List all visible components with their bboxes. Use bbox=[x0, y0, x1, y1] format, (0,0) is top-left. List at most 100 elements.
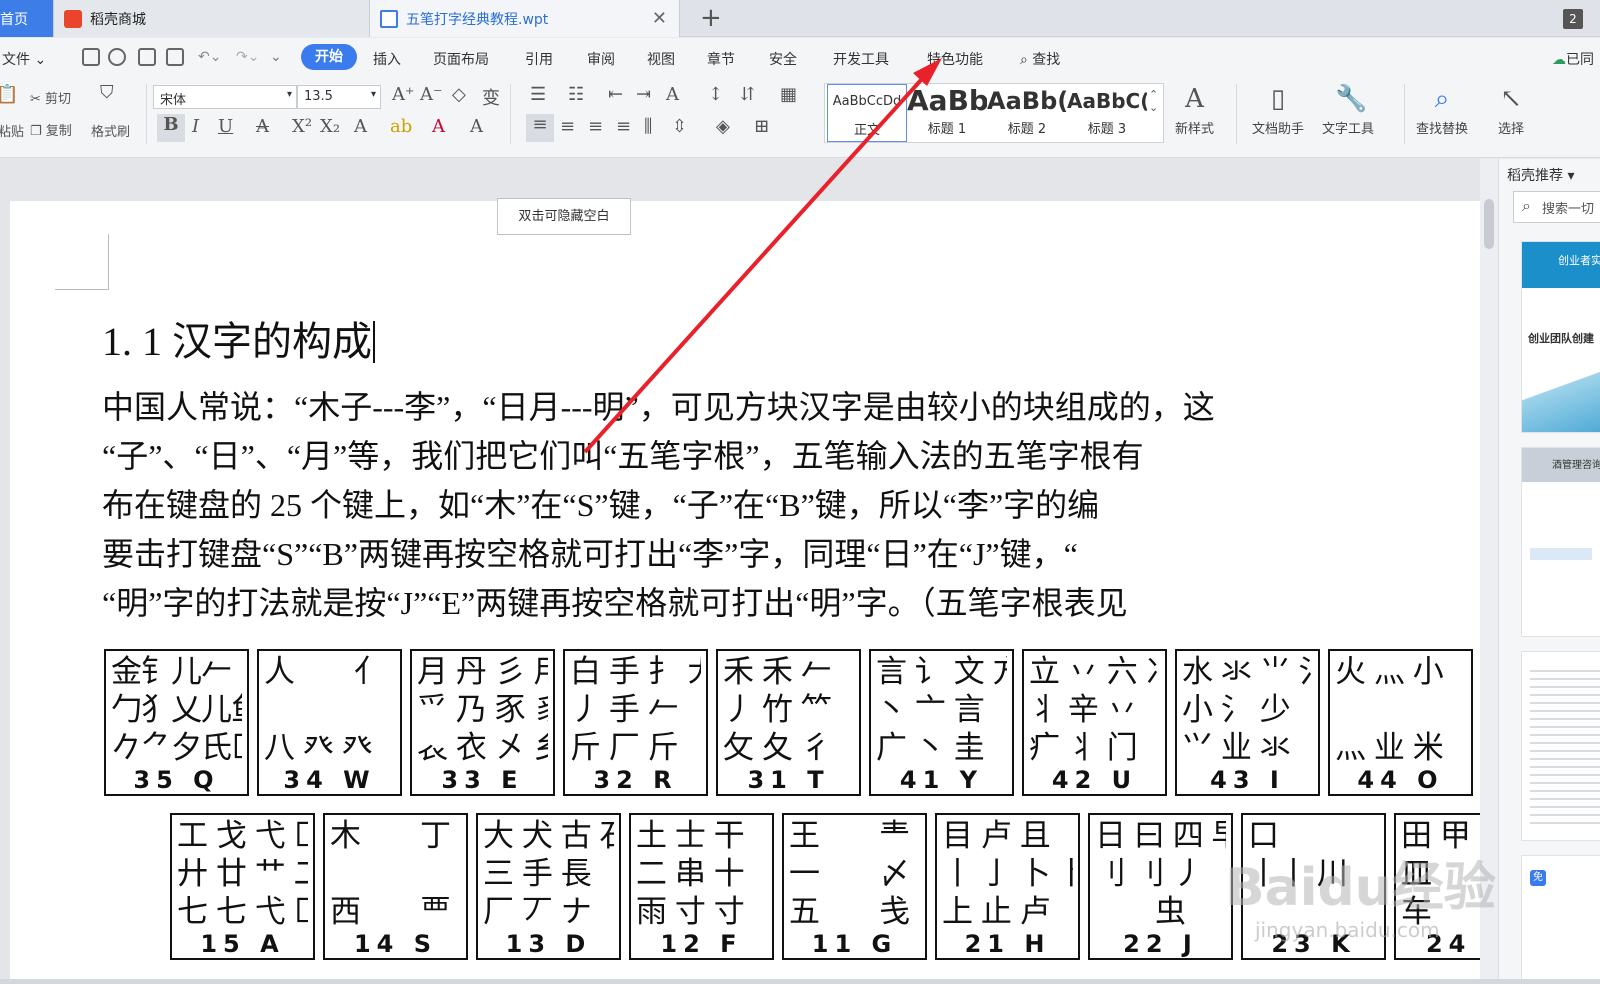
key-code-label: 44 O bbox=[1357, 766, 1444, 794]
align-center-icon[interactable]: ≡ bbox=[560, 116, 575, 137]
doc-assistant-icon: ▯ bbox=[1270, 84, 1286, 114]
text-direction-icon[interactable]: A bbox=[666, 84, 679, 105]
numbering-icon[interactable]: ☷ bbox=[568, 84, 584, 105]
save-icon[interactable] bbox=[82, 48, 100, 66]
key-code-label: 21 H bbox=[964, 930, 1051, 958]
shading-icon[interactable]: ◈ bbox=[716, 116, 730, 137]
template-card[interactable] bbox=[1521, 651, 1600, 841]
ribbon-separator bbox=[1404, 84, 1405, 144]
table-border-icon[interactable]: ⊞ bbox=[754, 116, 769, 137]
find-replace-button[interactable]: ⌕ 查找替换 bbox=[1416, 84, 1468, 137]
template-card[interactable]: 创业者实 创业团队创建 bbox=[1521, 241, 1600, 433]
template-card[interactable]: 酒管理咨询 bbox=[1521, 447, 1600, 637]
template-card[interactable]: 免 bbox=[1521, 855, 1600, 984]
justify-icon[interactable]: ≡ bbox=[616, 116, 631, 137]
sort-icon[interactable]: ↕ bbox=[708, 84, 723, 105]
increase-indent-icon[interactable]: ⇥ bbox=[636, 84, 651, 105]
panel-search-input[interactable]: ⌕ 搜索一切 bbox=[1513, 191, 1600, 223]
find-menu-label: 查找 bbox=[1032, 52, 1061, 68]
strikethrough-icon[interactable]: A bbox=[256, 116, 269, 137]
decrease-font-icon[interactable]: A⁻ bbox=[420, 84, 443, 105]
hide-whitespace-tooltip[interactable]: 双击可隐藏空白 bbox=[497, 198, 631, 235]
border-icon[interactable]: ▦ bbox=[780, 84, 797, 105]
tab-document[interactable]: 五笔打字经典教程.wpt ✕ bbox=[370, 0, 680, 37]
clear-format-icon[interactable]: ◇ bbox=[452, 84, 466, 105]
text-tools-button[interactable]: 🔧 文字工具 bbox=[1322, 84, 1374, 137]
menu-tab-section[interactable]: 章节 bbox=[707, 49, 735, 69]
find-menu[interactable]: ⌕ 查找 bbox=[1020, 49, 1060, 69]
decrease-indent-icon[interactable]: ⇤ bbox=[608, 84, 623, 105]
customize-toolbar-icon[interactable]: ⌄ bbox=[270, 49, 282, 65]
align-left-icon[interactable]: ≡ bbox=[526, 114, 554, 142]
distributed-icon[interactable]: ⫼ bbox=[644, 116, 652, 137]
style-gallery-more-icon[interactable]: ⌃ ⌄ bbox=[1149, 88, 1158, 114]
key-roots: 立 丷 六 冫 丬 辛 丷 疒 丬 门 bbox=[1029, 654, 1160, 766]
phonetic-guide-icon[interactable]: 变 bbox=[482, 84, 500, 110]
key-root-box: 月 丹 彡 用 爫 乃 豕 豸 𧘇 衣 㐅 乡33 E bbox=[410, 649, 555, 796]
select-button[interactable]: ↖ 选择 bbox=[1498, 84, 1524, 137]
italic-icon[interactable]: I bbox=[192, 116, 199, 137]
file-menu-label: 文件 bbox=[2, 52, 30, 68]
menu-tab-review[interactable]: 审阅 bbox=[587, 49, 615, 69]
cut-button[interactable]: ✂ 剪切 bbox=[30, 88, 71, 107]
chevron-down-icon: ▾ bbox=[370, 89, 376, 100]
menu-tab-page-layout[interactable]: 页面布局 bbox=[433, 49, 489, 69]
output-pdf-icon[interactable] bbox=[108, 48, 126, 66]
paste-label[interactable]: 粘贴 bbox=[0, 121, 24, 140]
style-heading-1[interactable]: AaBb 标题 1 bbox=[907, 84, 987, 142]
key-code-label: 11 G bbox=[811, 930, 898, 958]
menu-tab-start[interactable]: 开始 bbox=[301, 44, 357, 70]
tab-home[interactable]: 首页 bbox=[0, 0, 54, 37]
underline-icon[interactable]: U bbox=[218, 116, 233, 137]
new-style-button[interactable]: A 新样式 bbox=[1175, 84, 1214, 137]
menu-tab-insert[interactable]: 插入 bbox=[373, 49, 401, 69]
cut-label: 剪切 bbox=[45, 92, 72, 107]
card-graphic bbox=[1530, 548, 1592, 560]
text-effect-icon[interactable]: A bbox=[354, 116, 367, 137]
menu-tab-references[interactable]: 引用 bbox=[525, 49, 553, 69]
new-style-icon: A bbox=[1185, 84, 1204, 114]
highlight-icon[interactable]: ab bbox=[390, 116, 412, 137]
window-count-badge[interactable]: 2 bbox=[1563, 9, 1583, 29]
style-normal[interactable]: AaBbCcDd 正文 bbox=[827, 84, 907, 142]
menu-tab-security[interactable]: 安全 bbox=[769, 49, 797, 69]
body-paragraph[interactable]: 中国人常说：“木子---李”，“日月---明”，可见方块汉字是由较小的块组成的，… bbox=[102, 383, 1480, 628]
format-painter-icon[interactable]: ⛉ bbox=[100, 82, 114, 103]
section-heading[interactable]: 1. 1 汉字的构成 bbox=[102, 309, 375, 367]
panel-title[interactable]: 稻壳推荐 ▾ bbox=[1507, 165, 1574, 185]
doc-assistant-button[interactable]: ▯ 文档助手 bbox=[1252, 84, 1304, 137]
font-name-select[interactable]: 宋体 ▾ bbox=[153, 85, 297, 109]
menu-tab-developer[interactable]: 开发工具 bbox=[833, 49, 889, 69]
style-heading-2[interactable]: AaBb(标题 2 bbox=[987, 84, 1067, 142]
font-size-select[interactable]: 13.5 ▾ bbox=[297, 85, 381, 109]
font-color-icon[interactable]: A bbox=[432, 116, 445, 137]
cloud-sync-status[interactable]: ☁已同 bbox=[1552, 49, 1594, 69]
paragraph-spacing-icon[interactable]: ⇳ bbox=[672, 116, 687, 137]
close-tab-icon[interactable]: ✕ bbox=[652, 8, 667, 29]
line-spacing-icon[interactable]: ⇵ bbox=[740, 84, 755, 105]
menu-tab-review-label: 审阅 bbox=[587, 52, 615, 68]
char-shading-icon[interactable]: A bbox=[470, 116, 483, 137]
style-heading-3[interactable]: AaBbC(标题 3 bbox=[1067, 84, 1147, 142]
increase-font-icon[interactable]: A⁺ bbox=[392, 84, 415, 105]
paste-icon[interactable]: 📋 bbox=[0, 84, 18, 105]
scrollbar-thumb[interactable] bbox=[1484, 199, 1494, 249]
subscript-icon[interactable]: X₂ bbox=[320, 116, 340, 137]
bold-icon[interactable]: B bbox=[157, 114, 185, 142]
align-right-icon[interactable]: ≡ bbox=[588, 116, 603, 137]
font-size-value: 13.5 bbox=[304, 89, 333, 104]
bullets-icon[interactable]: ☰ bbox=[530, 84, 546, 105]
undo-icon[interactable]: ↶⌄ bbox=[198, 49, 221, 65]
format-painter-label[interactable]: 格式刷 bbox=[91, 121, 130, 140]
superscript-icon[interactable]: X² bbox=[292, 116, 312, 137]
print-icon[interactable] bbox=[138, 48, 156, 66]
print-preview-icon[interactable] bbox=[166, 48, 184, 66]
copy-button[interactable]: ❐ 复制 bbox=[30, 120, 72, 139]
key-root-row-1: 金钅儿𠂉 勹犭乂儿鱼 𠂊⺈夕氏匚35 Q人 亻 八 癶 癶34 W月 丹 彡 用… bbox=[104, 649, 1473, 796]
redo-icon[interactable]: ↷⌄ bbox=[236, 49, 259, 65]
menu-tab-view[interactable]: 视图 bbox=[647, 49, 675, 69]
tab-docer-store[interactable]: 稻壳商城 bbox=[54, 0, 370, 37]
menu-tab-special-features[interactable]: 特色功能 bbox=[927, 49, 983, 69]
file-menu[interactable]: 文件 ⌄ bbox=[2, 49, 46, 69]
new-tab-button[interactable]: + bbox=[700, 4, 722, 32]
